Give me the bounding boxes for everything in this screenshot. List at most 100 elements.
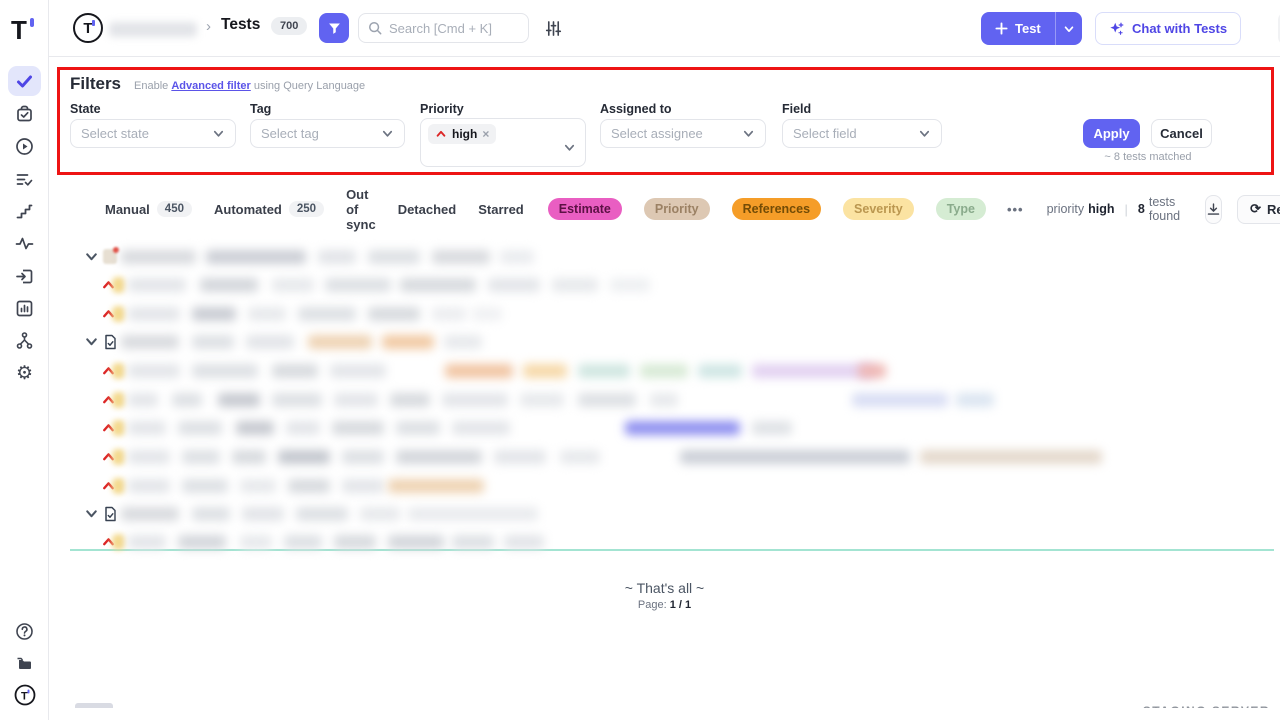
test-row[interactable] bbox=[0, 303, 1280, 325]
redacted-text bbox=[368, 250, 420, 264]
test-row[interactable] bbox=[0, 531, 1280, 553]
sidebar-item-steps[interactable] bbox=[8, 196, 41, 226]
redacted-text bbox=[640, 364, 688, 378]
redacted-text bbox=[218, 393, 260, 407]
redacted-text bbox=[128, 421, 166, 435]
stairs-icon bbox=[15, 202, 34, 221]
chevron-down-icon[interactable] bbox=[84, 334, 99, 349]
redacted-badge bbox=[112, 534, 125, 550]
sidebar-item-pull[interactable] bbox=[8, 261, 41, 291]
redacted-text bbox=[192, 364, 258, 378]
top-bar: T › Tests 700 Test Chat with Tests ••• bbox=[49, 0, 1280, 57]
sidebar-item-reports[interactable] bbox=[8, 293, 41, 323]
redacted-text bbox=[342, 479, 384, 493]
test-row[interactable] bbox=[0, 274, 1280, 296]
redacted-text bbox=[445, 364, 513, 378]
redacted-text bbox=[278, 450, 330, 464]
redacted-text bbox=[182, 479, 228, 493]
search-box[interactable] bbox=[358, 13, 529, 43]
chevron-down-icon bbox=[1063, 23, 1075, 35]
sidebar-item-results[interactable] bbox=[8, 164, 41, 194]
sidebar-item-plans[interactable] bbox=[8, 99, 41, 129]
sidebar-item-projects[interactable] bbox=[8, 648, 41, 678]
suite-row[interactable] bbox=[0, 331, 1280, 353]
projects-folder-icon bbox=[15, 654, 34, 673]
checklist-icon bbox=[15, 170, 34, 189]
test-row[interactable] bbox=[0, 389, 1280, 411]
redacted-text bbox=[858, 364, 886, 378]
redacted-text bbox=[442, 393, 508, 407]
redacted-text bbox=[452, 535, 494, 549]
page-title: Tests bbox=[221, 16, 260, 34]
redacted-text bbox=[432, 250, 490, 264]
app-logo[interactable]: T bbox=[11, 16, 37, 46]
redacted-text bbox=[325, 278, 391, 292]
redacted-text bbox=[128, 535, 166, 549]
redacted-text bbox=[625, 421, 740, 435]
sidebar-item-analytics[interactable] bbox=[8, 228, 41, 258]
tune-sliders-icon[interactable] bbox=[545, 20, 562, 37]
redacted-text bbox=[472, 307, 502, 321]
redacted-badge bbox=[112, 420, 125, 436]
pulse-icon bbox=[15, 234, 34, 253]
test-row[interactable] bbox=[0, 417, 1280, 439]
redacted-text bbox=[308, 335, 372, 349]
redacted-text bbox=[128, 364, 180, 378]
redacted-text bbox=[192, 335, 234, 349]
redacted-badge bbox=[112, 277, 125, 293]
sparkles-icon bbox=[1109, 21, 1125, 37]
search-input[interactable] bbox=[389, 21, 509, 36]
branch-icon bbox=[15, 331, 34, 350]
sidebar-item-branches[interactable] bbox=[8, 325, 41, 355]
sidebar-item-settings[interactable]: ⚙ bbox=[8, 358, 41, 388]
test-row[interactable] bbox=[0, 360, 1280, 382]
settings-gear-icon: ⚙ bbox=[16, 364, 33, 383]
breadcrumb-separator: › bbox=[206, 18, 211, 35]
project-logo[interactable]: T bbox=[73, 13, 103, 43]
redacted-text bbox=[698, 364, 742, 378]
redacted-text bbox=[240, 535, 272, 549]
test-row[interactable] bbox=[0, 446, 1280, 468]
new-test-dropdown[interactable] bbox=[1056, 23, 1082, 35]
redacted-badge bbox=[112, 449, 125, 465]
redacted-badge bbox=[112, 363, 125, 379]
suite-row[interactable] bbox=[0, 503, 1280, 525]
redacted-text bbox=[178, 421, 222, 435]
sidebar-item-help[interactable] bbox=[8, 616, 41, 646]
redacted-text bbox=[432, 307, 466, 321]
new-test-button[interactable]: Test bbox=[981, 21, 1055, 36]
redacted-text bbox=[552, 278, 598, 292]
redacted-text bbox=[284, 535, 322, 549]
redacted-text bbox=[172, 393, 202, 407]
redacted-text bbox=[342, 450, 384, 464]
test-row[interactable] bbox=[0, 475, 1280, 497]
check-icon bbox=[15, 72, 34, 91]
redacted-text bbox=[360, 507, 400, 521]
redacted-text bbox=[578, 393, 636, 407]
filter-funnel-button[interactable] bbox=[319, 13, 349, 43]
chat-with-tests-button[interactable]: Chat with Tests bbox=[1095, 12, 1241, 45]
filter-funnel-icon bbox=[327, 21, 342, 36]
sidebar-item-runs[interactable] bbox=[8, 131, 41, 161]
project-name-redacted[interactable] bbox=[109, 22, 197, 37]
sidebar-item-account[interactable]: T bbox=[8, 680, 41, 710]
redacted-text bbox=[288, 479, 330, 493]
redacted-text bbox=[248, 307, 286, 321]
redacted-text bbox=[298, 307, 356, 321]
redacted-text bbox=[128, 307, 180, 321]
chevron-down-icon[interactable] bbox=[84, 506, 99, 521]
suite-doc-icon bbox=[103, 506, 118, 522]
import-icon bbox=[15, 267, 34, 286]
redacted-text bbox=[272, 278, 314, 292]
redacted-text bbox=[920, 450, 1102, 464]
plus-icon bbox=[995, 22, 1008, 35]
clipboard-check-icon bbox=[15, 105, 34, 124]
redacted-text bbox=[368, 307, 420, 321]
sidebar-item-tests[interactable] bbox=[8, 66, 41, 96]
suite-row[interactable] bbox=[0, 246, 1280, 268]
redacted-text bbox=[334, 535, 376, 549]
chevron-down-icon[interactable] bbox=[84, 249, 99, 264]
test-list bbox=[0, 0, 1280, 720]
redacted-text bbox=[382, 335, 434, 349]
redacted-text bbox=[272, 393, 322, 407]
